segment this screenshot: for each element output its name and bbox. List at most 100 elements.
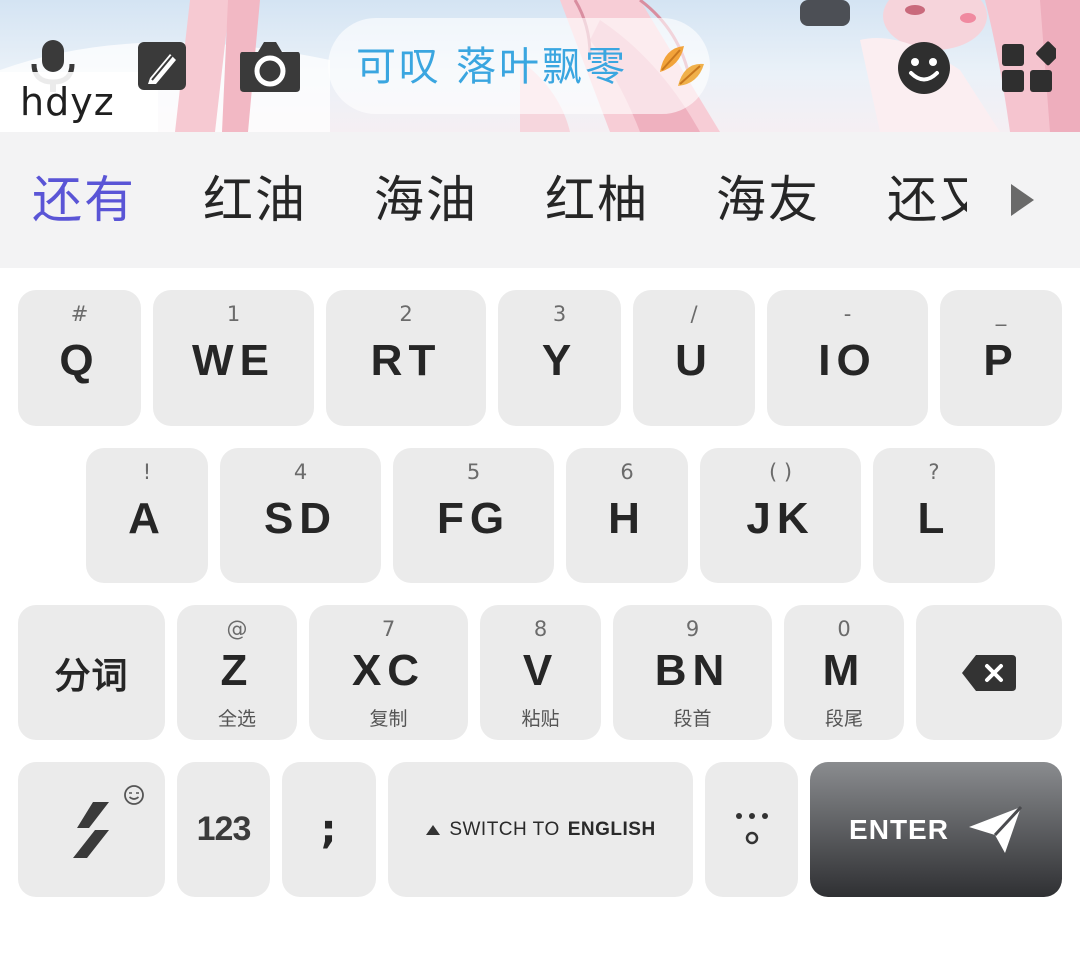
backspace-icon	[962, 654, 1016, 691]
key-jk[interactable]: ( ) JK	[700, 448, 861, 583]
key-label: P	[983, 336, 1019, 385]
numbers-key[interactable]: 123	[177, 762, 270, 897]
key-hint: 段尾	[824, 708, 863, 730]
segment-key-label: 分词	[54, 655, 129, 697]
candidate-item[interactable]: 红油	[203, 170, 307, 230]
shortcut-key[interactable]	[18, 762, 165, 897]
triangle-up-icon	[426, 824, 441, 835]
key-fg[interactable]: 5 FG	[393, 448, 554, 583]
candidate-bar: 还有 红油 海油 红柚 海友 还又	[0, 132, 1080, 268]
key-symbol: 0	[837, 617, 851, 641]
key-io[interactable]: - IO	[767, 290, 928, 426]
candidate-item[interactable]: 海友	[716, 170, 820, 230]
apps-grid-icon[interactable]	[1000, 38, 1056, 94]
key-label: BN	[654, 645, 731, 695]
key-hint: 全选	[217, 708, 256, 730]
space-key[interactable]: SWITCH TO ENGLISH	[388, 762, 693, 897]
key-bn[interactable]: 9 BN 段首	[613, 605, 772, 740]
key-symbol: _	[995, 302, 1007, 326]
candidate-overflow-clip: 还又	[887, 132, 967, 268]
punctuation-icon	[735, 812, 768, 844]
key-hint: 复制	[369, 708, 408, 730]
key-q[interactable]: # Q	[18, 290, 141, 426]
key-symbol: 9	[685, 617, 700, 641]
key-label: RT	[370, 336, 442, 385]
key-symbol: -	[843, 302, 852, 326]
key-xc[interactable]: 7 XC 复制	[309, 605, 468, 740]
key-symbol: 6	[620, 460, 634, 484]
numbers-key-label: 123	[196, 810, 252, 848]
handwriting-icon[interactable]	[136, 40, 188, 92]
keyboard-toolbar: hdyz 可叹 落叶飘零	[0, 0, 1080, 132]
key-symbol: 1	[226, 302, 241, 326]
candidate-item[interactable]: 红柚	[545, 170, 649, 230]
key-label: FG	[436, 493, 511, 543]
leaf-icon	[654, 42, 708, 92]
key-m[interactable]: 0 M 段尾	[784, 605, 904, 740]
composing-text: hdyz	[0, 72, 158, 132]
paper-plane-icon	[968, 805, 1023, 853]
candidate-item[interactable]: 还有	[32, 170, 136, 230]
key-symbol: 2	[399, 302, 413, 326]
key-symbol: ( )	[768, 460, 793, 484]
key-label: M	[822, 645, 866, 695]
key-l[interactable]: ? L	[873, 448, 995, 583]
smiley-badge-icon	[124, 785, 144, 805]
key-label: IO	[818, 336, 877, 385]
key-symbol: @	[226, 617, 248, 641]
space-key-label: SWITCH TO ENGLISH	[425, 819, 655, 841]
punctuation-key[interactable]	[705, 762, 798, 897]
key-v[interactable]: 8 V 粘贴	[480, 605, 601, 740]
enter-key[interactable]: ENTER	[810, 762, 1062, 897]
key-h[interactable]: 6 H	[566, 448, 688, 583]
phrase-part-1: 可叹	[356, 44, 442, 90]
key-label: A	[128, 493, 166, 543]
key-z[interactable]: @ Z 全选	[177, 605, 297, 740]
lightning-icon	[72, 801, 109, 858]
key-label: SD	[263, 493, 338, 543]
semicolon-key-label: ;	[320, 806, 338, 853]
key-label: WE	[192, 336, 275, 385]
key-y[interactable]: 3 Y	[498, 290, 621, 426]
candidate-item[interactable]: 还又	[887, 170, 967, 230]
key-symbol: 8	[533, 617, 548, 641]
key-symbol: !	[142, 460, 152, 484]
space-label-prefix: SWITCH TO	[449, 818, 560, 840]
phrase-part-2: 落叶飘零	[456, 44, 628, 90]
camera-icon[interactable]	[238, 38, 302, 94]
key-symbol: #	[70, 302, 89, 326]
space-label-bold: ENGLISH	[567, 818, 656, 840]
phrase-suggestion[interactable]: 可叹 落叶飘零	[356, 40, 628, 94]
key-symbol: ?	[928, 460, 940, 484]
enter-key-label: ENTER	[849, 813, 949, 845]
semicolon-key[interactable]: ;	[282, 762, 376, 897]
key-label: L	[917, 493, 951, 543]
key-symbol: 7	[381, 617, 396, 641]
key-we[interactable]: 1 WE	[153, 290, 314, 426]
key-symbol: 3	[552, 302, 567, 326]
emoji-icon[interactable]	[896, 40, 952, 96]
keyboard: # Q 1 WE 2 RT 3 Y / U - IO _ P ! A 4 SD …	[0, 268, 1080, 956]
more-candidates-button[interactable]	[1000, 178, 1044, 222]
candidate-item[interactable]: 海油	[374, 170, 478, 230]
key-label: Q	[59, 336, 100, 385]
key-p[interactable]: _ P	[940, 290, 1062, 426]
key-label: V	[522, 645, 559, 695]
key-symbol: 4	[293, 460, 308, 484]
triangle-right-icon	[1011, 184, 1034, 216]
key-label: H	[608, 493, 646, 543]
key-sd[interactable]: 4 SD	[220, 448, 381, 583]
key-label: Z	[220, 645, 254, 695]
key-u[interactable]: / U	[633, 290, 755, 426]
key-a[interactable]: ! A	[86, 448, 208, 583]
backspace-key[interactable]	[916, 605, 1062, 740]
key-label: U	[675, 336, 713, 385]
key-rt[interactable]: 2 RT	[326, 290, 486, 426]
segment-key[interactable]: 分词	[18, 605, 165, 740]
key-symbol: 5	[466, 460, 481, 484]
key-label: XC	[351, 645, 426, 695]
key-label: JK	[746, 493, 815, 543]
key-symbol: /	[690, 302, 698, 326]
key-hint: 段首	[673, 708, 712, 730]
key-hint: 粘贴	[521, 708, 560, 730]
